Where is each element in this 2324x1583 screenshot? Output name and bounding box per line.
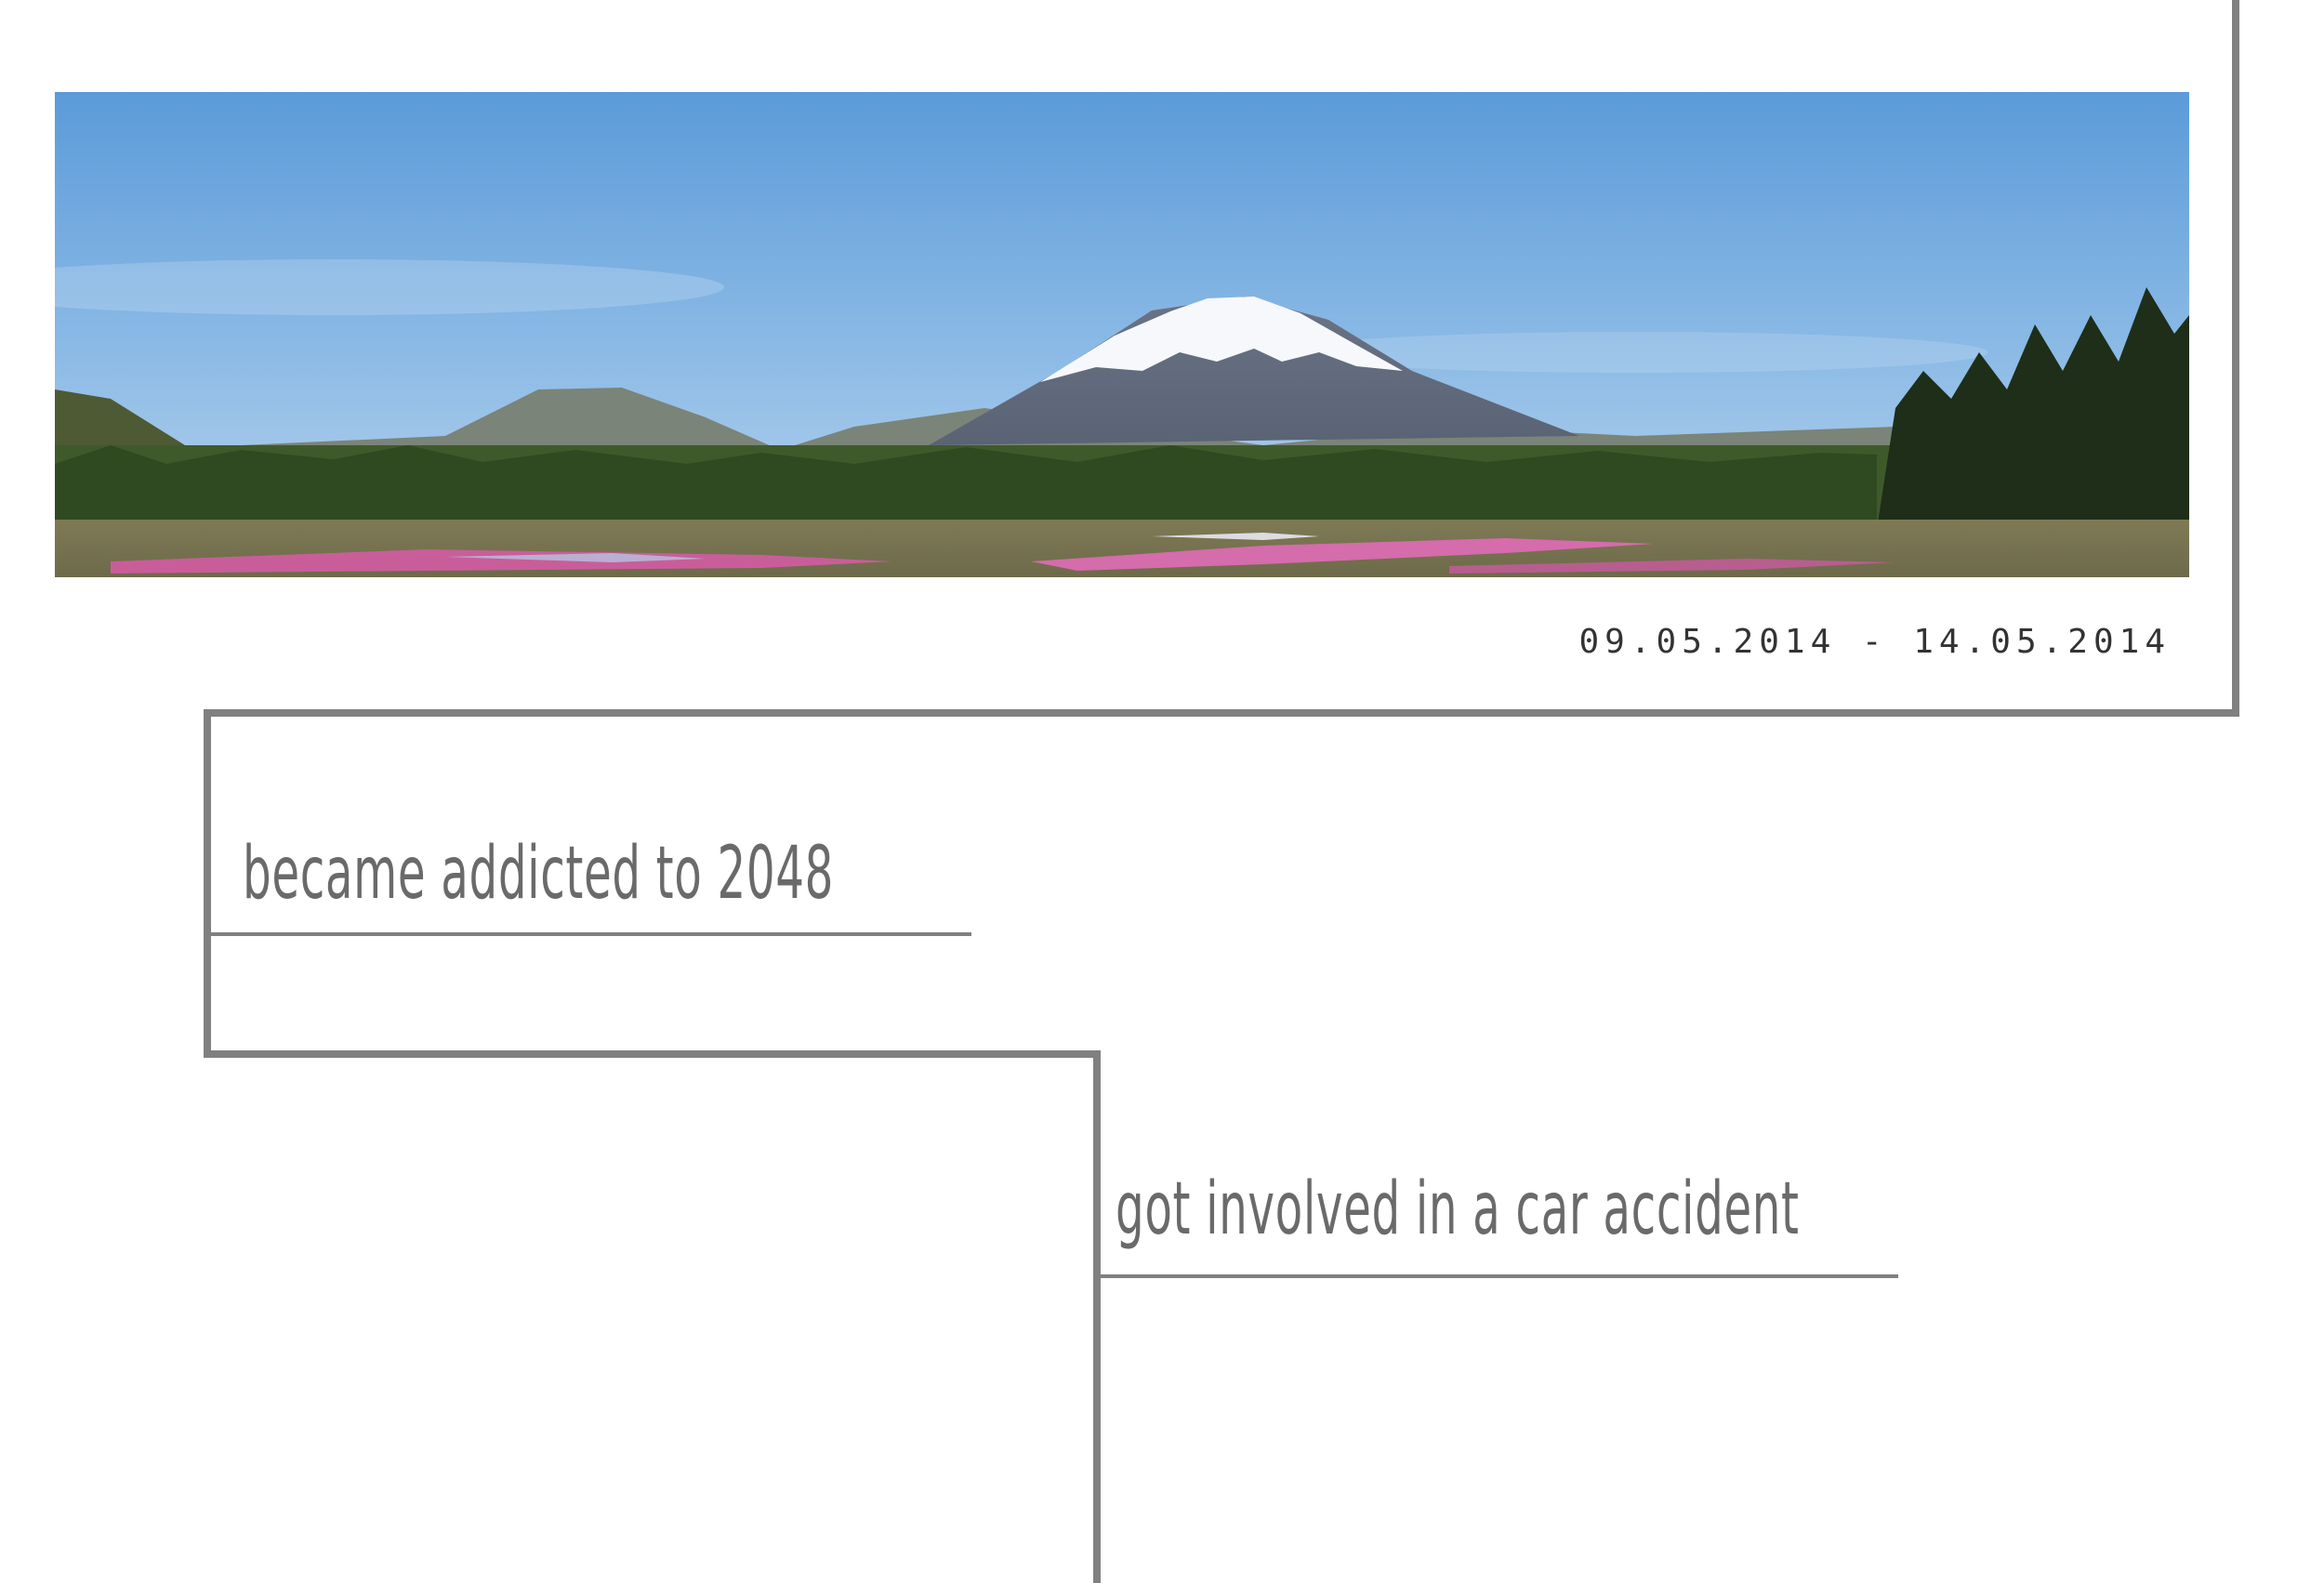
timeline-line-top-horizontal	[204, 709, 2239, 717]
date-range-label: 09.05.2014 - 14.05.2014	[1578, 623, 2171, 661]
timeline-line-right-vertical	[2232, 0, 2239, 717]
event-underline-2048	[211, 932, 971, 936]
hero-photo	[55, 92, 2189, 577]
timeline-line-left-vertical	[204, 709, 211, 1058]
event-label-2048: became addicted to 2048	[243, 832, 835, 916]
mount-fuji-panorama-image	[55, 92, 2189, 577]
timeline-line-lower-vertical	[1093, 1050, 1101, 1583]
event-label-car-accident: got involved in a car accident	[1116, 1167, 1800, 1251]
timeline-line-middle-horizontal	[204, 1050, 1101, 1058]
event-underline-car-accident	[1101, 1274, 1898, 1278]
